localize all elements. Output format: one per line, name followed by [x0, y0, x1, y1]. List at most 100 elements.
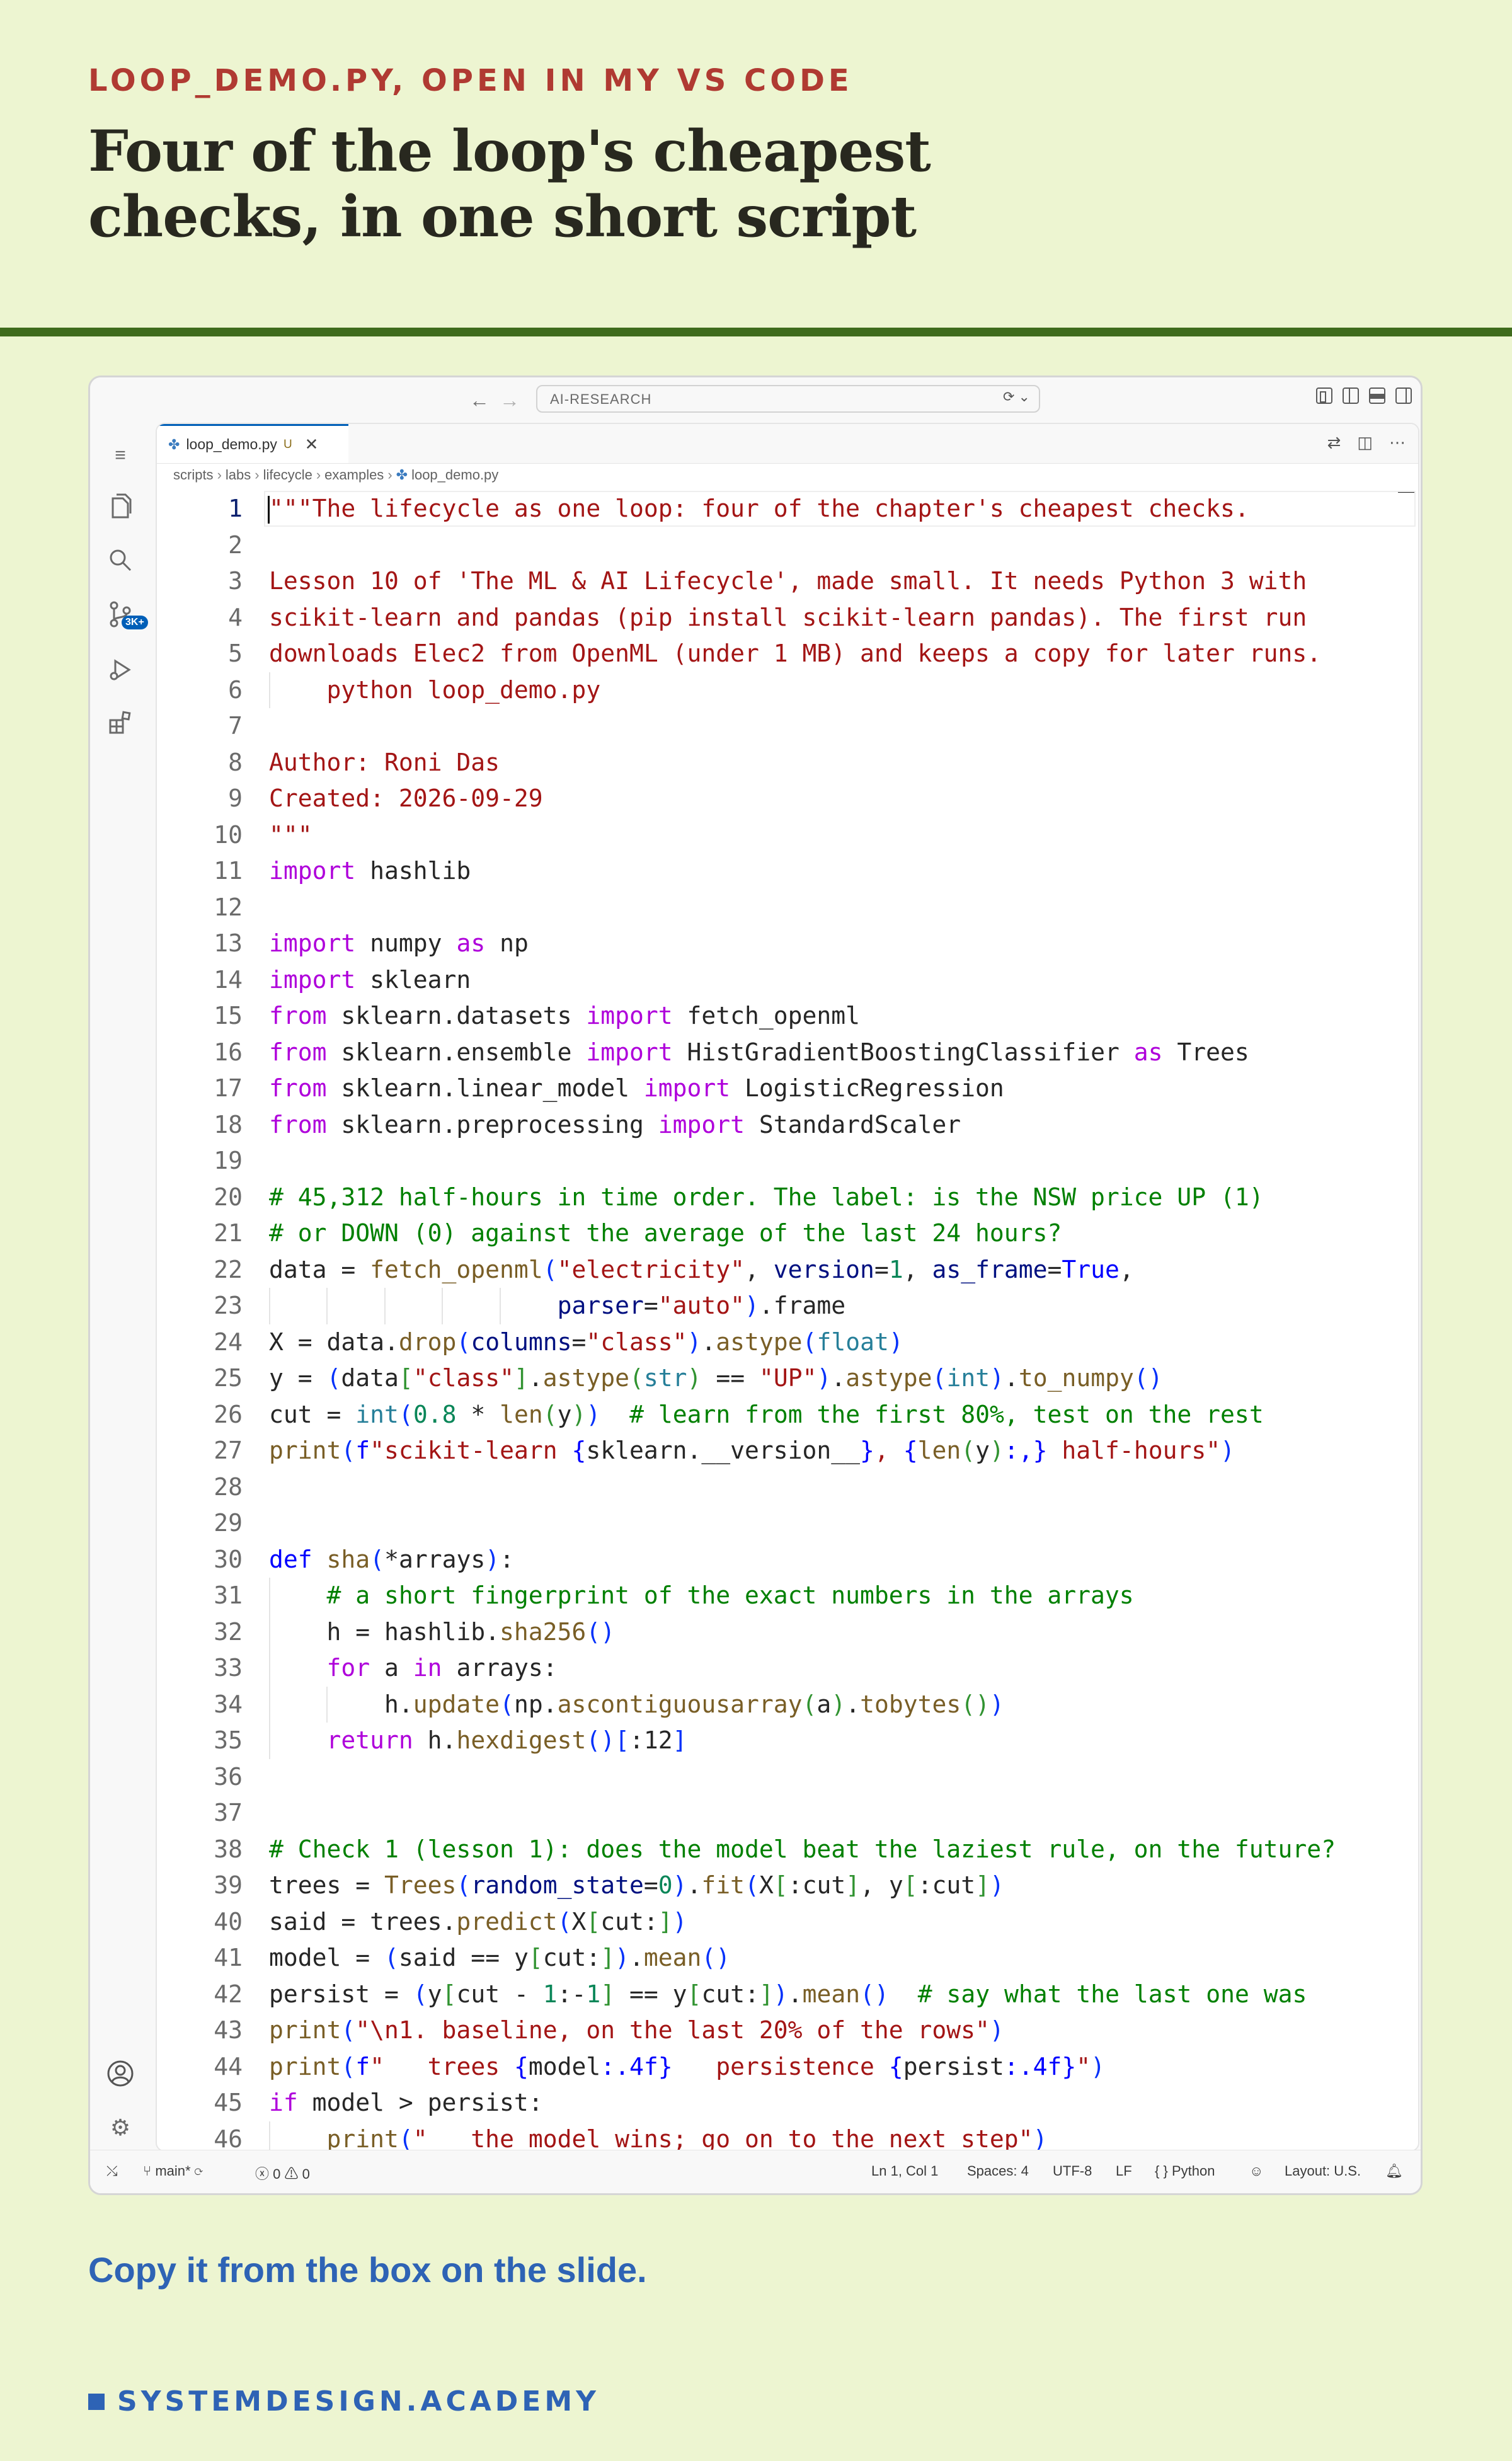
settings-gear-icon[interactable]: ⚙	[105, 2113, 135, 2143]
code-line: 37	[157, 1795, 1418, 1832]
code-token: ,	[903, 1255, 932, 1283]
explorer-icon[interactable]	[105, 491, 135, 521]
code-token: )	[571, 1400, 587, 1428]
code-token: (	[341, 1437, 356, 1464]
code-token: :	[500, 1545, 514, 1573]
code-token: fit	[701, 1871, 745, 1899]
code-line: 31 # a short fingerprint of the exact nu…	[157, 1578, 1418, 1614]
code-token: str	[643, 1364, 687, 1392]
code-token: Created: 2026-09-29	[269, 784, 543, 812]
breadcrumb-item[interactable]: examples	[324, 467, 384, 483]
code-line: 14 import sklearn	[157, 962, 1418, 999]
run-debug-icon[interactable]	[105, 655, 135, 685]
breadcrumb-item[interactable]: scripts	[173, 467, 214, 483]
code-token: # or DOWN (0) against the average of the…	[269, 1219, 1062, 1247]
breadcrumb-item[interactable]: labs	[226, 467, 251, 483]
line-number: 1	[228, 495, 243, 522]
line-number: 40	[214, 1907, 243, 1936]
code-editor[interactable]: 1 """The lifecycle as one loop: four of t…	[157, 491, 1418, 2150]
notifications-bell-icon[interactable]: 🔔︎	[1385, 2163, 1403, 2179]
code-text: said = trees.predict(X[cut:])	[269, 1904, 687, 1941]
code-line: 35 return h.hexdigest()[:12]	[157, 1723, 1418, 1759]
code-token: ()	[961, 1690, 990, 1718]
code-line: 23 parser="auto").frame	[157, 1288, 1418, 1324]
code-token: )	[615, 1944, 630, 1971]
code-token: "class"	[413, 1364, 514, 1392]
split-editor-icon[interactable]: ◫	[1357, 433, 1373, 452]
code-text: from sklearn.preprocessing import Standa…	[269, 1107, 961, 1144]
code-line: 10 """	[157, 817, 1418, 854]
keyboard-layout[interactable]: Layout: U.S.	[1285, 2163, 1361, 2179]
code-token: "electricity"	[557, 1255, 745, 1283]
code-token: [	[687, 1980, 702, 2008]
code-text: downloads Elec2 from OpenML (under 1 MB)…	[269, 636, 1321, 672]
customize-layout-icon[interactable]	[1316, 387, 1332, 404]
code-token: hashlib	[355, 857, 471, 885]
code-token: )	[687, 1364, 702, 1392]
code-token: y	[557, 1400, 572, 1428]
code-token: np.	[513, 1690, 558, 1718]
code-line: 41 model = (said == y[cut:]).mean()	[157, 1940, 1418, 1976]
language-mode[interactable]: { } Python	[1155, 2163, 1215, 2179]
code-token: :cut	[788, 1871, 846, 1899]
menu-icon[interactable]: ≡	[105, 440, 135, 471]
accounts-icon[interactable]	[105, 2058, 135, 2089]
code-line: 6 python loop_demo.py	[157, 672, 1418, 708]
toggle-panel-icon[interactable]	[1369, 387, 1385, 404]
toggle-secondary-sidebar-icon[interactable]	[1395, 387, 1412, 404]
line-number: 32	[214, 1617, 243, 1646]
extensions-icon[interactable]	[105, 708, 135, 738]
tab-close-icon[interactable]: ✕	[305, 435, 319, 454]
eol-status[interactable]: LF	[1116, 2163, 1132, 2179]
code-token: (	[456, 1328, 471, 1356]
line-number: 19	[214, 1147, 243, 1174]
tab-loop-demo[interactable]: ✤ loop_demo.py U ✕	[157, 424, 348, 463]
code-token: HistGradientBoostingClassifier	[672, 1038, 1134, 1066]
copilot-icon[interactable]: ⟳ ⌄	[1003, 389, 1030, 405]
more-actions-icon[interactable]: ⋯	[1389, 433, 1406, 452]
brand-footer: SYSTEMDESIGN.ACADEMY	[88, 2385, 600, 2418]
compare-changes-icon[interactable]: ⇄	[1327, 433, 1341, 452]
code-token: X = data.	[269, 1328, 399, 1356]
line-number: 43	[214, 2016, 243, 2044]
vscode-window: ← → AI-RESEARCH ⟳ ⌄ ≡ 3K+ ⚙ ✤ loop_demo.…	[88, 376, 1423, 2195]
code-token: cut:	[600, 1907, 658, 1936]
code-token: =	[571, 1328, 587, 1356]
breadcrumb: scripts › labs › lifecycle › examples › ✤ loop_de…	[173, 467, 498, 483]
sync-icon: ⟳	[194, 2163, 203, 2179]
code-token: )	[586, 1400, 601, 1428]
problems-status[interactable]: ⓧ 0 ⚠ 0	[255, 2163, 310, 2183]
copilot-status-icon[interactable]: ☺	[1249, 2163, 1263, 2179]
code-token: len	[917, 1437, 961, 1464]
code-line: 21 # or DOWN (0) against the average of t…	[157, 1215, 1418, 1252]
code-token: 0.8	[413, 1400, 457, 1428]
breadcrumb-item[interactable]: lifecycle	[263, 467, 312, 483]
code-token: ()	[860, 1980, 889, 2008]
line-number: 29	[214, 1509, 243, 1537]
encoding-status[interactable]: UTF-8	[1053, 2163, 1092, 2179]
code-token: persist	[903, 2052, 1004, 2080]
code-token: y =	[269, 1364, 327, 1392]
code-token: {	[903, 1437, 918, 1464]
breadcrumb-item[interactable]: loop_demo.py	[411, 467, 498, 483]
forward-arrow-icon[interactable]: →	[500, 385, 520, 415]
code-text: return h.hexdigest()[:12]	[269, 1723, 687, 1759]
branch-status[interactable]: ⑂ main* ⟳	[143, 2163, 203, 2179]
toggle-primary-sidebar-icon[interactable]	[1343, 387, 1359, 404]
remote-icon[interactable]: ⤯	[106, 2163, 118, 2179]
code-token: ]	[513, 1364, 529, 1392]
error-count: 0	[273, 2166, 281, 2182]
code-token: fetch_openml	[672, 1002, 861, 1030]
code-token: ]	[975, 1871, 990, 1899]
breadcrumb-separator-icon: ›	[255, 467, 260, 483]
indentation-status[interactable]: Spaces: 4	[967, 2163, 1029, 2179]
search-icon[interactable]	[105, 545, 135, 575]
cursor-position[interactable]: Ln 1, Col 1	[871, 2163, 938, 2179]
code-token: import	[643, 1074, 731, 1102]
code-token: )	[672, 1871, 687, 1899]
command-center[interactable]: AI-RESEARCH ⟳ ⌄	[536, 385, 1040, 413]
code-line: 18 from sklearn.preprocessing import Stan…	[157, 1107, 1418, 1144]
code-line: 11 import hashlib	[157, 853, 1418, 890]
back-arrow-icon[interactable]: ←	[469, 385, 490, 415]
